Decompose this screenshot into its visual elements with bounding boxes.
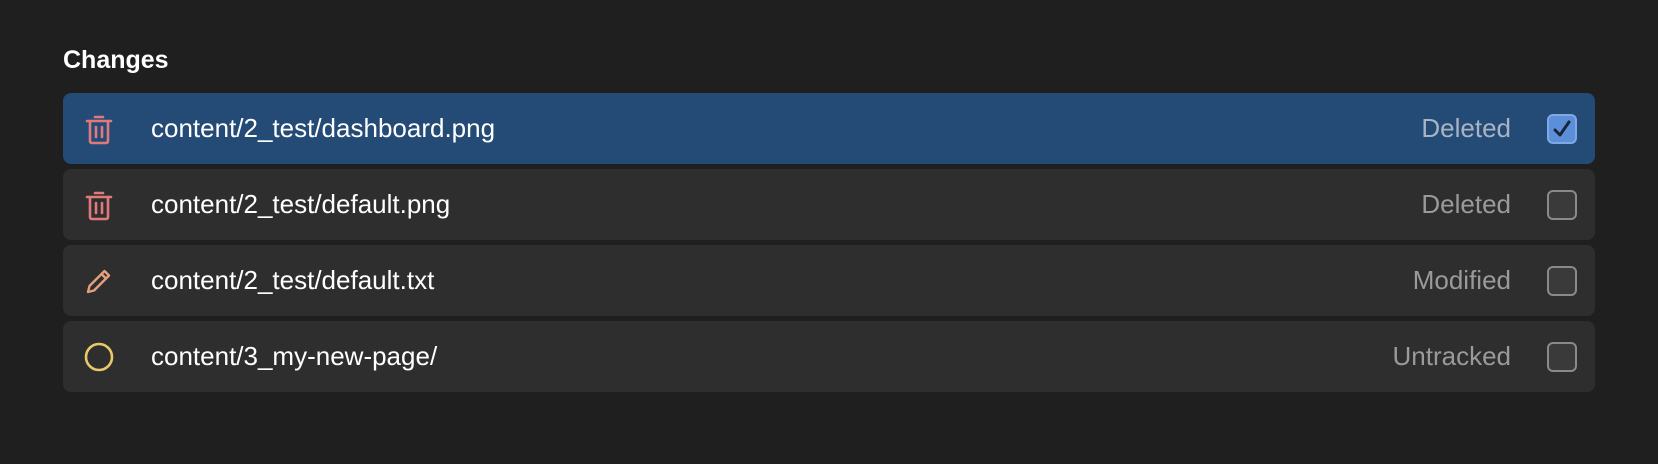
file-path: content/2_test/default.png (151, 189, 451, 219)
circle-icon (81, 339, 117, 375)
status-label: Untracked (1392, 341, 1512, 371)
stage-checkbox[interactable] (1547, 265, 1577, 296)
change-row-new-page[interactable]: content/3_my-new-page/ Untracked (63, 321, 1595, 392)
change-row-dashboard-png[interactable]: content/2_test/dashboard.png Deleted (63, 93, 1595, 164)
status-label: Deleted (1421, 113, 1511, 143)
file-path: content/3_my-new-page/ (151, 341, 438, 371)
trash-icon (81, 111, 117, 147)
stage-checkbox[interactable] (1547, 189, 1577, 220)
file-path: content/2_test/default.txt (151, 265, 435, 295)
file-path: content/2_test/dashboard.png (151, 113, 496, 143)
stage-checkbox[interactable] (1547, 341, 1577, 372)
pencil-icon (81, 263, 117, 299)
status-label: Deleted (1421, 189, 1511, 219)
changes-panel: Changes content/2_test/dashboard.png Del… (63, 36, 1595, 392)
section-title: Changes (63, 46, 169, 74)
stage-checkbox[interactable] (1547, 113, 1577, 144)
change-row-default-png[interactable]: content/2_test/default.png Deleted (63, 169, 1595, 240)
status-label: Modified (1412, 265, 1511, 295)
checkmark-icon (1553, 120, 1571, 136)
changes-list: content/2_test/dashboard.png Deleted con… (63, 93, 1595, 392)
trash-icon (81, 187, 117, 223)
change-row-default-txt[interactable]: content/2_test/default.txt Modified (63, 245, 1595, 316)
